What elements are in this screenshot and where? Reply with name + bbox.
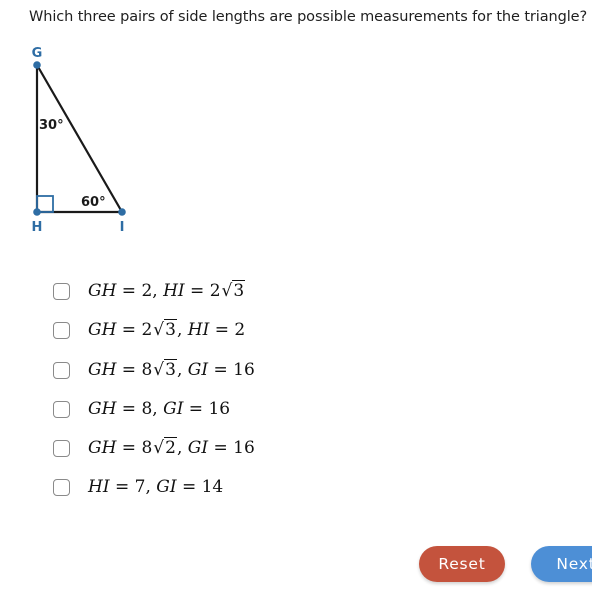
option-checkbox[interactable] bbox=[53, 282, 70, 300]
side-name: GI bbox=[163, 399, 184, 419]
option-label: GH = 8√2, GI = 16 bbox=[88, 437, 255, 458]
vertex-h-dot bbox=[33, 208, 41, 216]
vertex-g-dot bbox=[33, 61, 41, 69]
sqrt-expression: √2 bbox=[153, 437, 177, 458]
sqrt-expression: √3 bbox=[153, 359, 177, 380]
answer-option[interactable]: GH = 8, GI = 16 bbox=[53, 397, 230, 421]
side-name: HI bbox=[163, 281, 185, 301]
option-label: GH = 8√3, GI = 16 bbox=[88, 359, 255, 380]
side-name: GH bbox=[88, 360, 117, 380]
side-name: HI bbox=[88, 477, 110, 497]
side-name: GH bbox=[88, 320, 117, 340]
triangle-diagram: G H I 30° 60° bbox=[32, 46, 126, 235]
side-name: GH bbox=[88, 399, 117, 419]
angle-i-label: 60° bbox=[81, 195, 106, 210]
answer-option[interactable]: GH = 8√3, GI = 16 bbox=[53, 358, 255, 382]
answer-option[interactable]: GH = 8√2, GI = 16 bbox=[53, 436, 255, 460]
sqrt-expression: √3 bbox=[221, 280, 246, 301]
option-checkbox[interactable] bbox=[53, 321, 70, 339]
triangle-sides bbox=[35, 64, 124, 214]
reset-button[interactable]: Reset bbox=[419, 546, 505, 582]
vertex-i-label: I bbox=[120, 220, 125, 235]
option-checkbox[interactable] bbox=[53, 439, 70, 457]
option-checkbox[interactable] bbox=[53, 361, 70, 379]
vertex-i-dot bbox=[118, 208, 126, 216]
angle-g-label: 30° bbox=[39, 118, 64, 133]
option-label: GH = 2, HI = 2√3 bbox=[88, 280, 246, 301]
option-label: GH = 8, GI = 16 bbox=[88, 399, 231, 419]
option-label: GH = 2√3, HI = 2 bbox=[88, 319, 246, 340]
vertex-g-label: G bbox=[32, 46, 43, 61]
side-name: GI bbox=[156, 477, 177, 497]
side-name: GI bbox=[187, 360, 209, 380]
answer-option[interactable]: HI = 7, GI = 14 bbox=[53, 475, 223, 499]
option-checkbox[interactable] bbox=[53, 400, 70, 418]
vertex-h-label: H bbox=[32, 220, 43, 235]
side-name: GH bbox=[88, 438, 117, 458]
sqrt-expression: √3 bbox=[153, 319, 177, 340]
side-name: GI bbox=[187, 438, 209, 458]
option-checkbox[interactable] bbox=[53, 478, 70, 496]
answer-option[interactable]: GH = 2√3, HI = 2 bbox=[53, 318, 245, 342]
option-label: HI = 7, GI = 14 bbox=[88, 477, 224, 497]
answer-option[interactable]: GH = 2, HI = 2√3 bbox=[53, 279, 246, 303]
side-name: GH bbox=[88, 281, 117, 301]
side-name: HI bbox=[187, 320, 210, 340]
next-button[interactable]: Next bbox=[531, 546, 592, 582]
